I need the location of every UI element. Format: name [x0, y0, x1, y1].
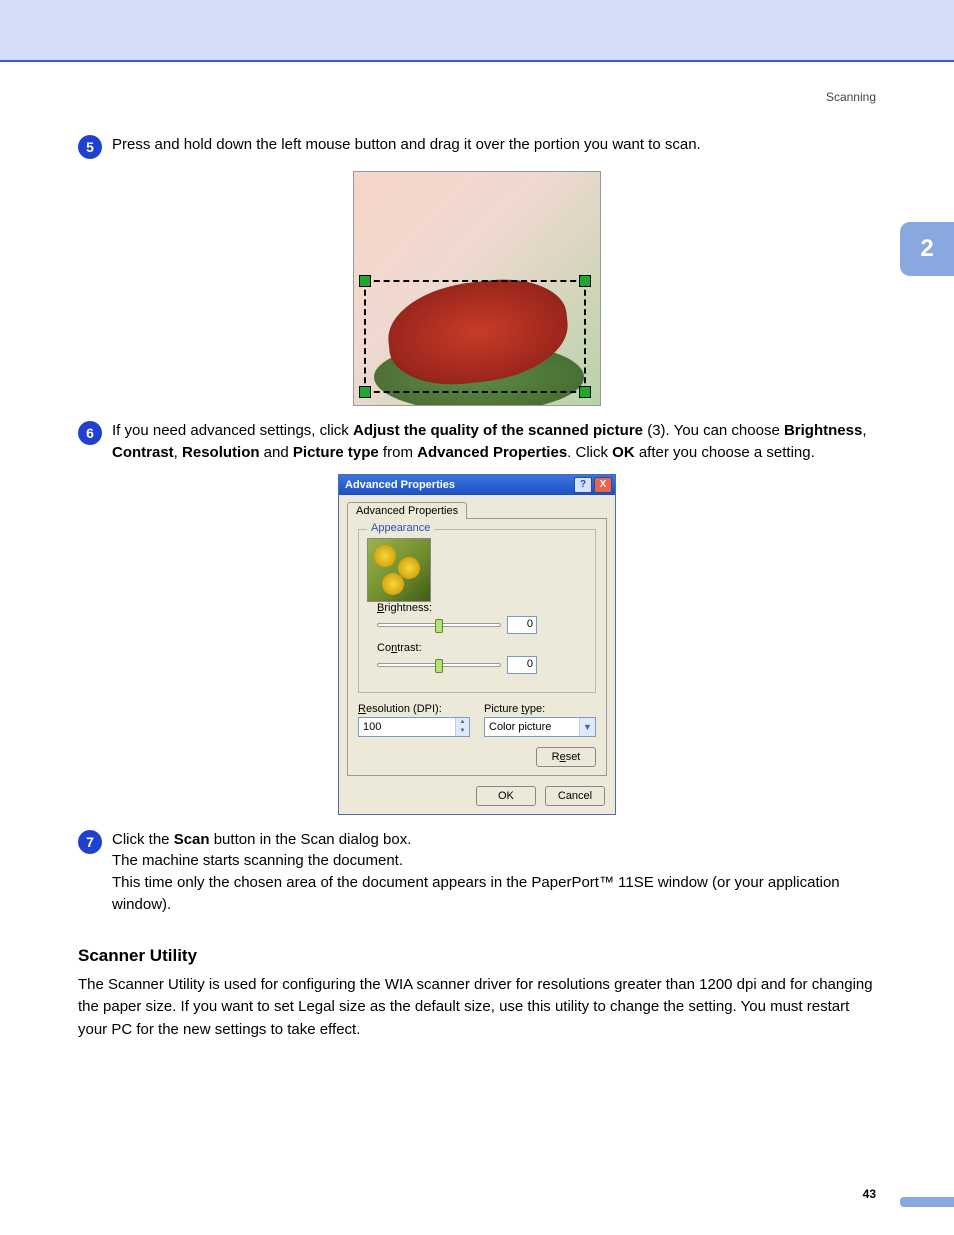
dialog-title: Advanced Properties [345, 479, 572, 491]
slider-thumb-icon[interactable] [435, 659, 443, 673]
crop-handle-icon [579, 386, 591, 398]
step-number-icon: 7 [78, 830, 102, 854]
contrast-slider[interactable] [377, 663, 501, 667]
picture-type-value: Color picture [485, 721, 579, 733]
scanner-utility-body: The Scanner Utility is used for configur… [78, 974, 876, 1042]
appearance-group: Appearance Brightness: 0 Con [358, 529, 596, 693]
cancel-button[interactable]: Cancel [545, 786, 605, 806]
page-number: 43 [863, 1187, 876, 1201]
brightness-value[interactable]: 0 [507, 616, 537, 634]
spin-up-icon[interactable]: ▲ [456, 718, 469, 727]
picture-type-combo[interactable]: Color picture ▼ [484, 717, 596, 737]
dropdown-icon[interactable]: ▼ [579, 718, 595, 736]
flower-icon [374, 545, 396, 567]
crop-handle-icon [579, 275, 591, 287]
tab-advanced-properties[interactable]: Advanced Properties [347, 502, 467, 519]
step-7-text: Click the Scan button in the Scan dialog… [112, 829, 876, 916]
step-7: 7 Click the Scan button in the Scan dial… [78, 829, 876, 916]
dialog-titlebar: Advanced Properties ? X [339, 475, 615, 495]
chapter-tab: 2 [900, 222, 954, 276]
brightness-label: Brightness: [377, 602, 537, 614]
step-5-text: Press and hold down the left mouse butto… [112, 134, 876, 156]
tab-strip: Advanced Properties [339, 495, 615, 518]
step-number-icon: 6 [78, 421, 102, 445]
crop-selection-illustration [353, 171, 601, 406]
resolution-value: 100 [359, 721, 455, 733]
scanner-utility-heading: Scanner Utility [78, 946, 876, 966]
spin-down-icon[interactable]: ▼ [456, 727, 469, 736]
header-band [0, 0, 954, 62]
resolution-label: Resolution (DPI): [358, 703, 470, 715]
reset-button[interactable]: Reset [536, 747, 596, 767]
header-section: Scanning [0, 62, 954, 104]
footer-tab [900, 1197, 954, 1207]
slider-thumb-icon[interactable] [435, 619, 443, 633]
dialog-button-bar: OK Cancel [339, 782, 615, 814]
picture-type-field: Picture type: Color picture ▼ [484, 703, 596, 737]
close-button[interactable]: X [594, 477, 612, 493]
step-6-text: If you need advanced settings, click Adj… [112, 420, 876, 464]
ok-button[interactable]: OK [476, 786, 536, 806]
step-5: 5 Press and hold down the left mouse but… [78, 134, 876, 159]
group-label: Appearance [367, 522, 434, 534]
brightness-slider[interactable] [377, 623, 501, 627]
help-button[interactable]: ? [574, 477, 592, 493]
flower-icon [398, 557, 420, 579]
crop-handle-icon [359, 275, 371, 287]
contrast-label: Contrast: [377, 642, 537, 654]
crop-handle-icon [359, 386, 371, 398]
resolution-spinner[interactable]: 100 ▲ ▼ [358, 717, 470, 737]
brightness-row: Brightness: 0 [377, 602, 537, 634]
advanced-properties-dialog: Advanced Properties ? X Advanced Propert… [338, 474, 616, 815]
resolution-field: Resolution (DPI): 100 ▲ ▼ [358, 703, 470, 737]
step-6: 6 If you need advanced settings, click A… [78, 420, 876, 464]
contrast-value[interactable]: 0 [507, 656, 537, 674]
crop-marquee [364, 280, 586, 393]
picture-type-label: Picture type: [484, 703, 596, 715]
tab-pane: Appearance Brightness: 0 Con [347, 518, 607, 776]
flower-icon [382, 573, 404, 595]
contrast-row: Contrast: 0 [377, 642, 537, 674]
preview-thumbnail [367, 538, 431, 602]
step-number-icon: 5 [78, 135, 102, 159]
